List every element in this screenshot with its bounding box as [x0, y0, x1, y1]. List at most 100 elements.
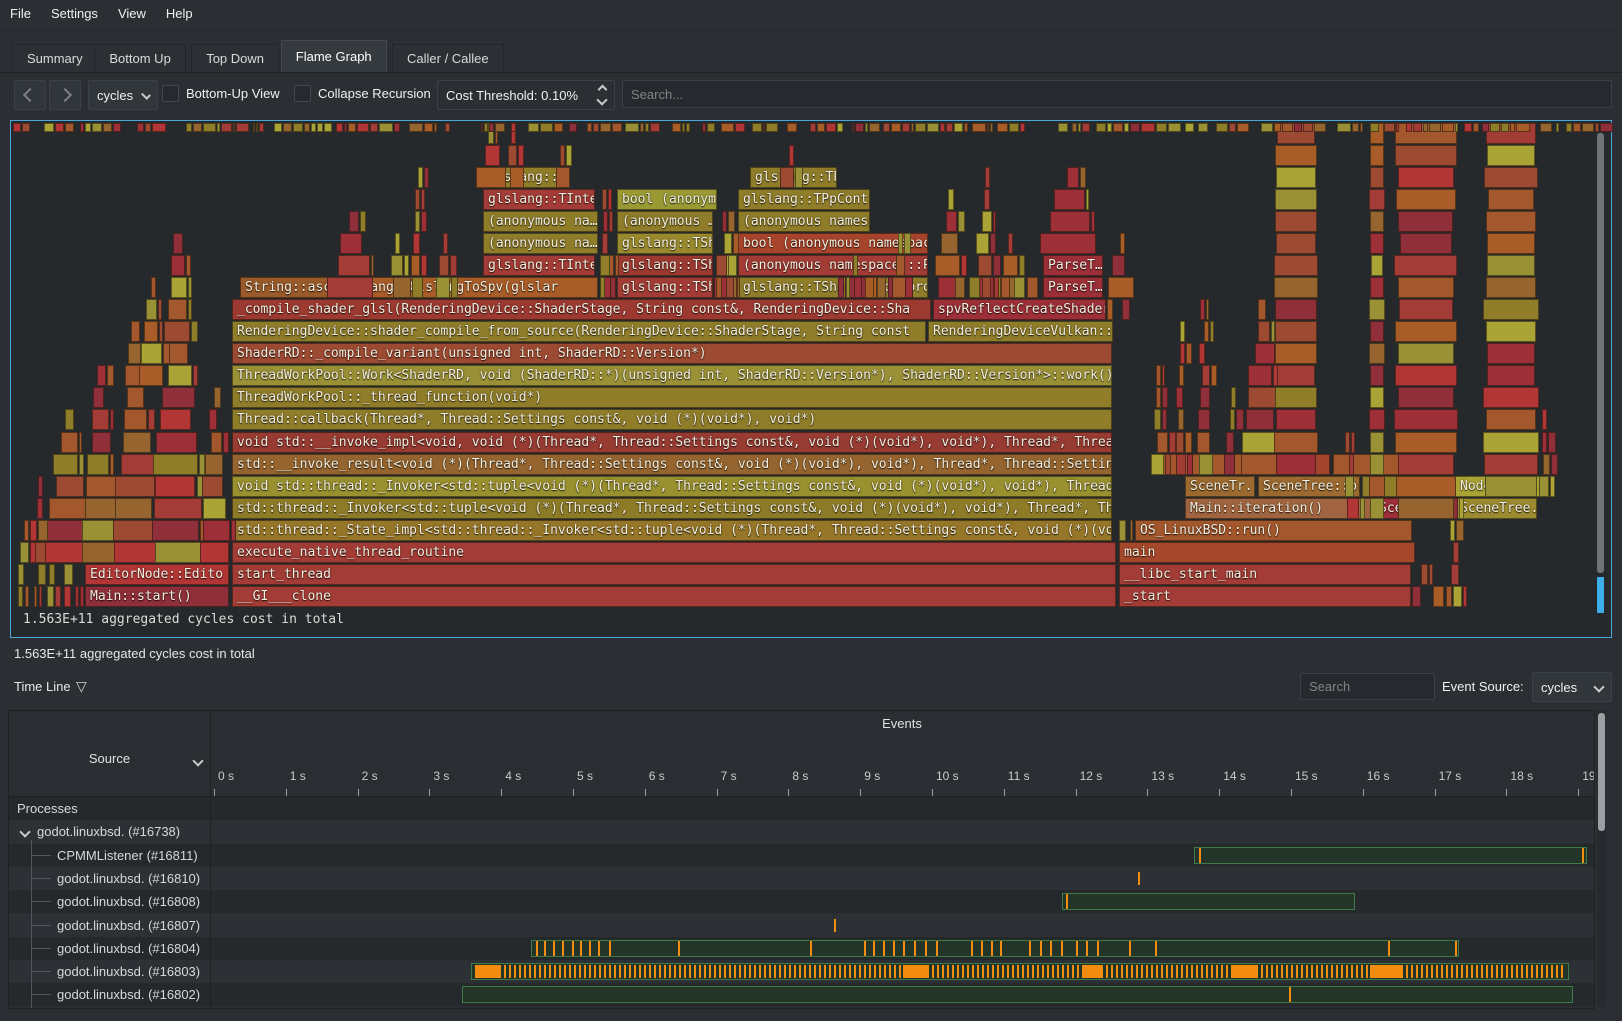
flame-frame[interactable]	[93, 387, 105, 408]
timeline-event-tick[interactable]	[1155, 941, 1157, 956]
flame-frame[interactable]	[972, 123, 986, 132]
flame-frame[interactable]	[1156, 387, 1161, 408]
flame-frame[interactable]	[1274, 123, 1281, 132]
flame-frame[interactable]	[1582, 123, 1594, 132]
flame-frame[interactable]	[159, 321, 162, 342]
flame-frame[interactable]	[1204, 321, 1209, 342]
flame-frame[interactable]	[65, 409, 74, 430]
flame-frame[interactable]	[193, 123, 202, 132]
flame-frame[interactable]	[1162, 387, 1168, 408]
flame-frame[interactable]	[948, 189, 954, 210]
flame-frame[interactable]	[994, 277, 999, 298]
timeline-event-tick[interactable]	[609, 941, 611, 956]
collapse-recursion-checkbox-row[interactable]: Collapse Recursion	[294, 85, 431, 102]
flame-frame[interactable]: Main::iteration()	[1185, 498, 1372, 519]
timeline-row[interactable]	[9, 890, 1594, 913]
timeline-event-cluster[interactable]	[499, 965, 903, 978]
flame-frame[interactable]	[1487, 233, 1535, 254]
flame-frame[interactable]	[156, 432, 197, 453]
flame-frame[interactable]	[1277, 365, 1315, 386]
flame-frame[interactable]	[173, 233, 183, 254]
flame-frame[interactable]	[1179, 365, 1184, 386]
flame-frame[interactable]	[726, 277, 734, 298]
flame-frame[interactable]	[602, 189, 607, 210]
flame-frame[interactable]	[865, 277, 874, 298]
flame-frame[interactable]	[554, 123, 563, 132]
flame-frame[interactable]	[1370, 145, 1383, 166]
flame-frame[interactable]	[85, 123, 91, 132]
flame-frame[interactable]	[131, 321, 139, 342]
flame-frame[interactable]	[203, 520, 231, 541]
flame-frame[interactable]	[1451, 564, 1458, 585]
flame-frame[interactable]	[721, 123, 734, 132]
flame-frame[interactable]	[1151, 454, 1164, 475]
flame-frame[interactable]	[780, 167, 794, 188]
flame-frame[interactable]	[846, 277, 850, 298]
flame-scrollbar-active[interactable]	[1597, 577, 1604, 613]
flame-frame[interactable]	[1019, 255, 1026, 276]
flame-frame[interactable]: ParseT…	[1043, 255, 1103, 276]
flame-frame[interactable]	[817, 123, 825, 132]
flame-frame[interactable]	[107, 365, 114, 386]
flame-frame[interactable]	[153, 454, 197, 475]
flame-frame[interactable]	[1294, 123, 1302, 132]
flame-frame[interactable]	[1595, 123, 1599, 132]
flame-frame[interactable]: glslang::TSha	[617, 233, 713, 254]
flame-frame[interactable]	[34, 586, 37, 607]
flame-frame[interactable]	[1274, 432, 1318, 453]
source-column-header[interactable]: Source	[9, 751, 210, 766]
timeline-event-cluster[interactable]	[1101, 965, 1233, 978]
flame-frame[interactable]	[168, 299, 187, 320]
flame-frame[interactable]	[1168, 123, 1181, 132]
flame-frame[interactable]	[1274, 277, 1318, 298]
flame-frame[interactable]	[1370, 277, 1383, 298]
flame-frame[interactable]	[451, 277, 458, 298]
flame-frame[interactable]	[1395, 321, 1457, 342]
flame-frame[interactable]	[990, 123, 993, 132]
timeline-event-bar[interactable]	[1062, 893, 1355, 910]
flame-frame[interactable]	[217, 123, 220, 132]
flame-frame[interactable]	[128, 343, 142, 364]
timeline-event-tick[interactable]	[1138, 872, 1140, 885]
timeline-event-tick[interactable]	[544, 941, 546, 956]
flame-frame[interactable]	[789, 145, 794, 166]
flame-frame[interactable]	[1482, 123, 1489, 132]
flame-frame[interactable]	[1556, 123, 1559, 132]
flame-frame[interactable]	[1398, 167, 1453, 188]
timeline-event-tick[interactable]	[903, 941, 905, 956]
flame-frame[interactable]	[1369, 343, 1384, 364]
flame-frame[interactable]	[1486, 409, 1535, 430]
flame-frame[interactable]	[1483, 387, 1539, 408]
flame-frame[interactable]: RenderingDevice::shader_compile_from_sou…	[232, 321, 926, 342]
timeline-event-tick[interactable]	[991, 941, 993, 956]
flame-frame[interactable]	[47, 586, 54, 607]
flame-frame[interactable]	[311, 123, 316, 132]
flame-frame[interactable]	[86, 476, 119, 497]
timeline-event-bar[interactable]	[531, 940, 1459, 957]
timeline-event-cluster[interactable]	[1401, 965, 1565, 978]
timeline-event-tick[interactable]	[971, 941, 973, 956]
flame-frame[interactable]	[982, 277, 991, 298]
flame-frame[interactable]	[202, 476, 223, 497]
flame-frame[interactable]	[1543, 454, 1551, 475]
flame-frame[interactable]	[1600, 123, 1613, 132]
flame-frame[interactable]	[556, 167, 570, 188]
flame-frame[interactable]	[55, 586, 61, 607]
flame-frame[interactable]	[640, 123, 644, 132]
flame-frame[interactable]	[600, 255, 610, 276]
flame-frame[interactable]	[1156, 365, 1161, 386]
flame-frame[interactable]	[997, 123, 1008, 132]
search-input[interactable]	[622, 80, 1612, 108]
flame-frame[interactable]	[75, 586, 79, 607]
timeline-event-cluster[interactable]	[1370, 965, 1402, 978]
flame-frame[interactable]	[1573, 123, 1581, 132]
menu-item-help[interactable]: Help	[156, 0, 203, 27]
flame-frame[interactable]	[274, 123, 282, 132]
flame-frame[interactable]	[610, 277, 616, 298]
flame-frame[interactable]	[1487, 365, 1536, 386]
flame-frame[interactable]	[18, 564, 24, 585]
flame-frame[interactable]	[686, 123, 691, 132]
flame-frame[interactable]	[1187, 454, 1194, 475]
flame-frame[interactable]	[1429, 564, 1433, 585]
flame-frame[interactable]	[418, 167, 423, 188]
